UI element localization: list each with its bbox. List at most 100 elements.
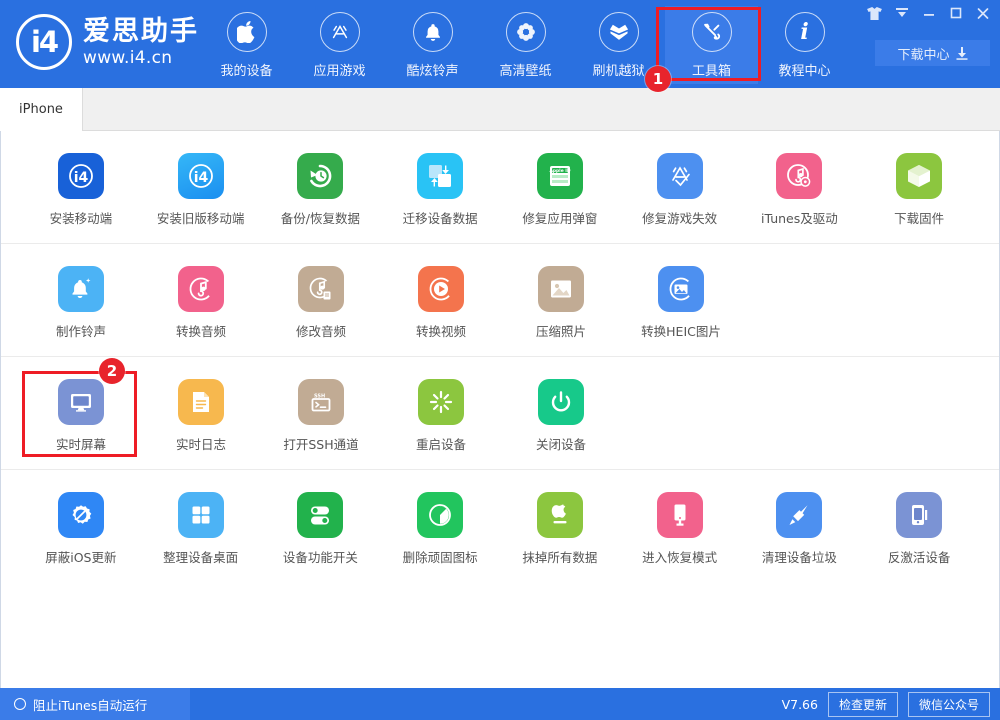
deactivate-icon — [896, 492, 942, 538]
backup-restore-icon — [297, 153, 343, 199]
apple-id-icon: Apple ID — [537, 153, 583, 199]
tool-live-log[interactable]: 实时日志 — [141, 357, 261, 469]
window-controls — [861, 2, 996, 24]
tool-delete-stubborn-icon[interactable]: 删除顽固图标 — [380, 470, 500, 582]
toolbox-content: i4 安装移动端 i4 安装旧版移动端 备份/恢复数据 迁移设 — [0, 131, 1000, 688]
delete-icon-icon — [417, 492, 463, 538]
power-off-icon — [538, 379, 584, 425]
tool-device-toggles[interactable]: 设备功能开关 — [261, 470, 381, 582]
app-logo[interactable]: i4 爱思助手 www.i4.cn — [16, 14, 199, 70]
svg-text:i4: i4 — [74, 170, 89, 186]
block-update-icon — [58, 492, 104, 538]
device-tabbar: iPhone — [0, 88, 1000, 131]
nav-item-ringtones[interactable]: 酷炫铃声 — [386, 6, 479, 84]
main-nav: 我的设备 应用游戏 酷炫铃声 高清壁纸 — [200, 6, 851, 84]
clean-trash-icon — [776, 492, 822, 538]
brand-url: www.i4.cn — [83, 50, 199, 67]
erase-data-icon — [537, 492, 583, 538]
nav-item-wallpapers[interactable]: 高清壁纸 — [479, 6, 572, 84]
bell-icon — [413, 12, 453, 52]
ssh-terminal-icon: SSH — [298, 379, 344, 425]
tab-label: iPhone — [19, 102, 63, 117]
download-center-label: 下载中心 — [897, 44, 949, 63]
appstore-icon — [320, 12, 360, 52]
tool-deactivate-device[interactable]: 反激活设备 — [859, 470, 979, 582]
tool-label: 修复游戏失效 — [642, 208, 717, 227]
tool-label: 制作铃声 — [56, 321, 106, 340]
block-itunes-label: 阻止iTunes自动运行 — [33, 695, 147, 714]
nav-label: 我的设备 — [220, 60, 272, 79]
nav-label: 刷机越狱 — [592, 60, 644, 79]
tool-clean-trash[interactable]: 清理设备垃圾 — [740, 470, 860, 582]
tool-label: 修改音频 — [296, 321, 346, 340]
live-screen-icon — [58, 379, 104, 425]
menu-collapse-icon[interactable] — [888, 2, 915, 24]
close-icon[interactable] — [969, 2, 996, 24]
svg-text:Apple ID: Apple ID — [549, 168, 570, 174]
nav-item-my-device[interactable]: 我的设备 — [200, 6, 293, 84]
i4-app-icon: i4 — [58, 153, 104, 199]
download-icon — [956, 47, 968, 60]
tool-make-ringtone[interactable]: 制作铃声 — [21, 244, 141, 356]
minimize-icon[interactable] — [915, 2, 942, 24]
toolbox-row: 制作铃声 转换音频 修改音频 转换视频 — [1, 244, 999, 357]
tool-label: 迁移设备数据 — [403, 208, 478, 227]
tool-reboot-device[interactable]: 重启设备 — [381, 357, 501, 469]
nav-item-flash-jailbreak[interactable]: 刷机越狱 — [572, 6, 665, 84]
maximize-icon[interactable] — [942, 2, 969, 24]
skin-icon[interactable] — [861, 2, 888, 24]
tool-recovery-mode[interactable]: 进入恢复模式 — [620, 470, 740, 582]
tool-migrate-data[interactable]: 迁移设备数据 — [380, 131, 500, 243]
tool-label: 备份/恢复数据 — [281, 208, 360, 227]
tab-iphone[interactable]: iPhone — [0, 88, 83, 131]
tool-convert-audio[interactable]: 转换音频 — [141, 244, 261, 356]
wechat-official-button[interactable]: 微信公众号 — [908, 692, 990, 717]
tool-edit-audio[interactable]: 修改音频 — [261, 244, 381, 356]
nav-label: 高清壁纸 — [499, 60, 551, 79]
tools-icon — [692, 12, 732, 52]
itunes-driver-icon — [776, 153, 822, 199]
tool-fix-app-popup[interactable]: Apple ID 修复应用弹窗 — [500, 131, 620, 243]
tool-erase-all-data[interactable]: 抹掉所有数据 — [500, 470, 620, 582]
tool-live-screen[interactable]: 实时屏幕 — [21, 357, 141, 469]
tool-block-ios-update[interactable]: 屏蔽iOS更新 — [21, 470, 141, 582]
live-log-icon — [178, 379, 224, 425]
tool-label: 安装旧版移动端 — [157, 208, 245, 227]
block-itunes-toggle[interactable]: 阻止iTunes自动运行 — [0, 688, 190, 720]
flower-icon — [506, 12, 546, 52]
tool-convert-heic[interactable]: 转换HEIC图片 — [621, 244, 741, 356]
nav-item-toolbox[interactable]: 工具箱 — [665, 6, 758, 84]
tool-convert-video[interactable]: 转换视频 — [381, 244, 501, 356]
tool-install-old-mobile[interactable]: i4 安装旧版移动端 — [141, 131, 261, 243]
tool-label: 整理设备桌面 — [163, 547, 238, 566]
tool-backup-restore[interactable]: 备份/恢复数据 — [261, 131, 381, 243]
nav-item-tutorials[interactable]: i 教程中心 — [758, 6, 851, 84]
i4-logo-icon: i4 — [16, 14, 72, 70]
tool-itunes-driver[interactable]: iTunes及驱动 — [740, 131, 860, 243]
migrate-data-icon — [417, 153, 463, 199]
svg-text:i4: i4 — [193, 170, 208, 186]
tool-label: 实时屏幕 — [56, 434, 106, 453]
nav-label: 教程中心 — [778, 60, 830, 79]
tool-label: 压缩照片 — [536, 321, 586, 340]
version-label: V7.66 — [782, 697, 818, 712]
tool-install-mobile[interactable]: i4 安装移动端 — [21, 131, 141, 243]
toggles-icon — [297, 492, 343, 538]
tool-label: 转换HEIC图片 — [641, 321, 721, 340]
tool-label: 反激活设备 — [888, 547, 951, 566]
download-center-button[interactable]: 下载中心 — [875, 40, 990, 66]
tool-compress-photo[interactable]: 压缩照片 — [501, 244, 621, 356]
check-update-button[interactable]: 检查更新 — [828, 692, 898, 717]
heic-convert-icon — [658, 266, 704, 312]
nav-label: 工具箱 — [692, 60, 731, 79]
firmware-cube-icon — [896, 153, 942, 199]
nav-item-apps-games[interactable]: 应用游戏 — [293, 6, 386, 84]
tool-fix-game[interactable]: 修复游戏失效 — [620, 131, 740, 243]
tool-download-firmware[interactable]: 下载固件 — [859, 131, 979, 243]
make-ringtone-icon — [58, 266, 104, 312]
tool-organize-home[interactable]: 整理设备桌面 — [141, 470, 261, 582]
tool-label: 进入恢复模式 — [642, 547, 717, 566]
tool-label: iTunes及驱动 — [761, 208, 838, 227]
tool-open-ssh[interactable]: SSH 打开SSH通道 — [261, 357, 381, 469]
tool-power-off-device[interactable]: 关闭设备 — [501, 357, 621, 469]
